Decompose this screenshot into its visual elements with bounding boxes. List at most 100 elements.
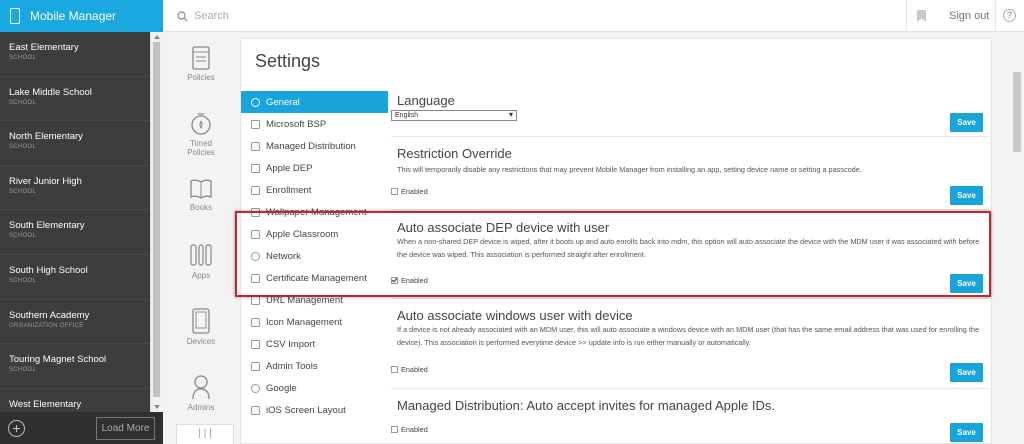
module-rail: Policies Timed Policies Books Apps Devic… xyxy=(163,32,239,444)
nav-item-admin-tools[interactable]: Admin Tools xyxy=(241,355,388,377)
bookmark-icon[interactable] xyxy=(917,10,926,22)
school-item[interactable]: Touring Magnet School SCHOOL xyxy=(0,344,150,389)
school-item[interactable]: North Elementary SCHOOL xyxy=(0,121,150,166)
module-devices[interactable]: Devices xyxy=(163,308,239,346)
tools-icon xyxy=(251,361,260,371)
school-name: West Elementary xyxy=(9,398,82,410)
nav-item-ios-screen-layout[interactable]: iOS Screen Layout xyxy=(241,399,388,421)
school-item[interactable]: Southern Academy ORGANIZATION OFFICE xyxy=(0,300,150,345)
nav-item-network[interactable]: Network xyxy=(241,245,388,267)
save-button[interactable]: Save xyxy=(950,274,983,293)
school-item[interactable]: South Elementary SCHOOL xyxy=(0,210,150,255)
school-kind: SCHOOL xyxy=(9,233,37,240)
nav-item-certificate-management[interactable]: Certificate Management xyxy=(241,267,388,289)
nav-item-url-management[interactable]: URL Management xyxy=(241,289,388,311)
document-icon xyxy=(251,163,260,173)
help-icon[interactable]: ? xyxy=(1003,9,1016,22)
section-title: Managed Distribution: Auto accept invite… xyxy=(397,398,775,413)
school-item[interactable]: South High School SCHOOL xyxy=(0,255,150,300)
school-kind: SCHOOL xyxy=(9,144,37,151)
top-bar: Mobile Manager Search Sign out ? xyxy=(0,0,1024,32)
nav-label: URL Management xyxy=(266,294,343,306)
save-button[interactable]: Save xyxy=(950,113,983,132)
checkbox-label: Enabled xyxy=(401,187,428,196)
scroll-down-icon[interactable] xyxy=(154,405,160,409)
nav-item-apple-classroom[interactable]: Apple Classroom xyxy=(241,223,388,245)
search-field[interactable]: Search xyxy=(177,0,229,32)
enabled-checkbox[interactable]: Enabled xyxy=(391,365,428,374)
save-button[interactable]: Save xyxy=(950,423,983,442)
certificate-icon xyxy=(251,273,260,283)
module-timed-policies[interactable]: Timed Policies xyxy=(163,112,239,157)
module-apps[interactable]: Apps xyxy=(163,242,239,280)
enabled-checkbox[interactable]: Enabled xyxy=(391,276,428,285)
nav-label: Microsoft BSP xyxy=(266,118,327,130)
school-kind: SCHOOL xyxy=(9,188,37,195)
module-label: Admins xyxy=(187,403,215,412)
nav-item-google[interactable]: Google xyxy=(241,377,388,399)
language-section: Language English Save xyxy=(391,91,989,137)
page-scrollbar[interactable] xyxy=(1010,32,1024,444)
restriction-override-section: Restriction Override This will temporari… xyxy=(391,137,989,210)
school-list-scrollbar[interactable] xyxy=(150,32,162,412)
school-kind: SCHOOL xyxy=(9,55,37,61)
nav-item-general[interactable]: General xyxy=(241,91,388,113)
nav-item-microsoft-bsp[interactable]: Microsoft BSP xyxy=(241,113,388,135)
add-school-button[interactable]: + xyxy=(8,420,25,437)
checkbox[interactable] xyxy=(391,277,398,284)
enabled-checkbox[interactable]: Enabled xyxy=(391,425,428,434)
checkbox-label: Enabled xyxy=(401,365,428,374)
timer-icon xyxy=(191,113,211,135)
distribution-icon xyxy=(251,141,260,151)
wifi-icon xyxy=(251,251,260,261)
layout-icon xyxy=(251,405,260,415)
nav-item-csv-import[interactable]: CSV Import xyxy=(241,333,388,355)
nav-item-apple-dep[interactable]: Apple DEP xyxy=(241,157,388,179)
school-item[interactable]: Lake Middle School SCHOOL xyxy=(0,77,150,122)
checkbox-label: Enabled xyxy=(401,425,428,434)
module-rail-next[interactable]: | | | xyxy=(176,424,234,444)
sign-out-link[interactable]: Sign out xyxy=(949,0,989,32)
school-item[interactable]: West Elementary xyxy=(0,389,150,412)
app-brand[interactable]: Mobile Manager xyxy=(0,0,163,32)
icon-management-icon xyxy=(251,317,260,327)
school-name: East Elementary xyxy=(9,42,79,53)
school-name: South Elementary xyxy=(9,220,85,232)
load-more-button[interactable]: Load More xyxy=(96,417,155,440)
school-name: Southern Academy xyxy=(9,309,90,321)
school-name: North Elementary xyxy=(9,131,83,143)
user-icon xyxy=(192,375,210,400)
school-list: East Elementary SCHOOL Lake Middle School… xyxy=(0,32,150,412)
section-title: Language xyxy=(397,93,455,108)
scrollbar-thumb[interactable] xyxy=(1013,72,1021,152)
scroll-up-icon[interactable] xyxy=(154,35,160,39)
nav-item-enrollment[interactable]: Enrollment xyxy=(241,179,388,201)
save-button[interactable]: Save xyxy=(950,186,983,205)
save-button[interactable]: Save xyxy=(950,363,983,382)
language-select[interactable]: English xyxy=(391,110,517,121)
module-admins[interactable]: Admins xyxy=(163,374,239,412)
search-icon xyxy=(177,10,188,22)
checkbox[interactable] xyxy=(391,366,398,373)
module-label: Devices xyxy=(186,337,216,346)
module-policies[interactable]: Policies xyxy=(163,46,239,82)
header-divider xyxy=(995,0,996,32)
header-divider xyxy=(906,0,907,32)
checkbox[interactable] xyxy=(391,426,398,433)
nav-item-managed-distribution[interactable]: Managed Distribution xyxy=(241,135,388,157)
nav-item-icon-management[interactable]: Icon Management xyxy=(241,311,388,333)
school-item[interactable]: River Junior High SCHOOL xyxy=(0,166,150,211)
nav-label: Network xyxy=(266,250,301,262)
module-label: Policies xyxy=(187,73,215,82)
enabled-checkbox[interactable]: Enabled xyxy=(391,187,428,196)
checkbox[interactable] xyxy=(391,188,398,195)
settings-content: Language English Save Restriction Overri… xyxy=(391,91,989,443)
school-item[interactable]: East Elementary SCHOOL xyxy=(0,32,150,77)
school-kind: SCHOOL xyxy=(9,277,37,284)
nav-item-wallpaper-management[interactable]: Wallpaper Management xyxy=(241,201,388,223)
gear-icon xyxy=(251,97,260,107)
scrollbar-thumb[interactable] xyxy=(153,42,160,397)
section-title: Auto associate windows user with device xyxy=(397,308,633,323)
phone-icon xyxy=(10,8,20,24)
module-books[interactable]: Books xyxy=(163,178,239,212)
